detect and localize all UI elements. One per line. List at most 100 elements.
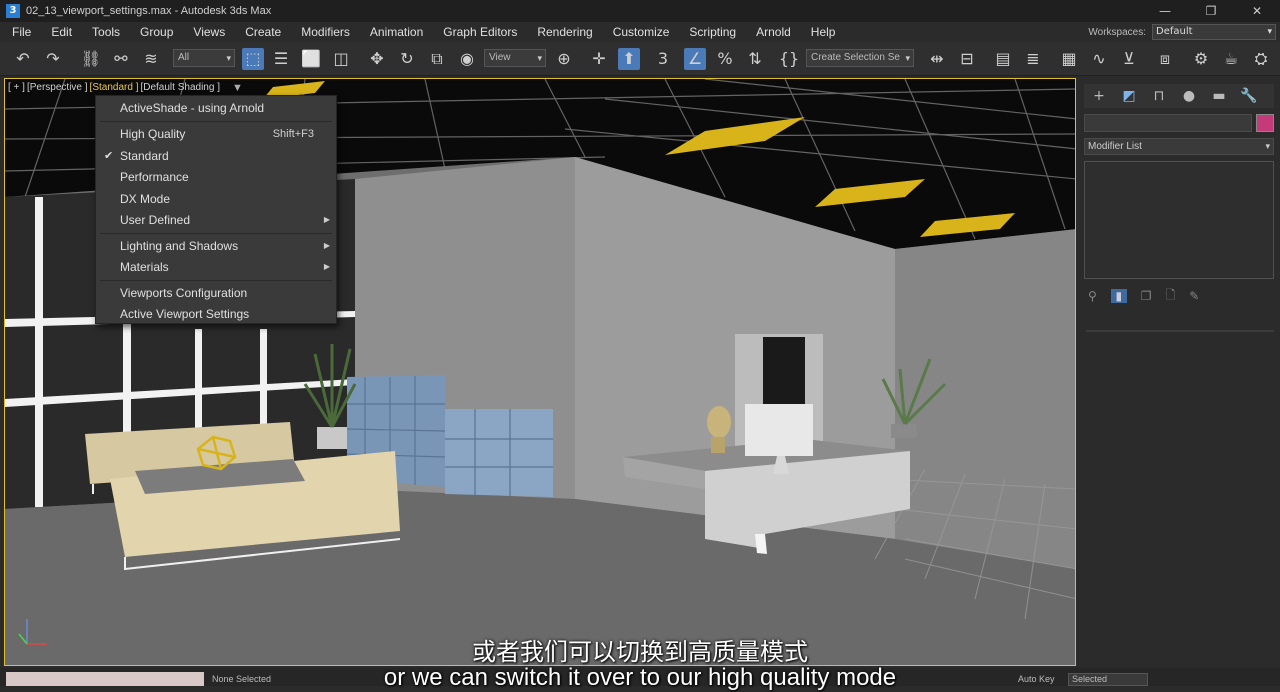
workspace-dropdown[interactable]: Default <box>1152 24 1276 40</box>
workspace-selector: Workspaces: Default <box>1088 22 1280 42</box>
modifier-stack[interactable] <box>1084 161 1274 279</box>
minimize-button[interactable]: — <box>1142 0 1188 22</box>
command-panel: + ◩ ⊓ ● ▬ 🔧 Modifier List ⚲ ▮ ❐ 🗋 ✎ <box>1078 78 1280 668</box>
menu-item-materials[interactable]: Materials ▶ <box>96 257 336 277</box>
undo-icon[interactable]: ↶ <box>12 48 34 70</box>
named-selection-icon[interactable]: {} <box>778 48 800 70</box>
menu-item-user-defined[interactable]: User Defined ▶ <box>96 210 336 230</box>
rotate-icon[interactable]: ↻ <box>396 48 418 70</box>
render-production-icon[interactable]: ⛭ <box>1250 48 1272 70</box>
modify-tab-icon[interactable]: ◩ <box>1114 88 1144 104</box>
menu-item-high-quality[interactable]: High Quality Shift+F3 <box>96 124 336 144</box>
utilities-tab-icon[interactable]: 🔧 <box>1234 88 1264 104</box>
scale-icon[interactable]: ⧉ <box>426 48 448 70</box>
menu-modifiers[interactable]: Modifiers <box>289 25 358 39</box>
object-name-field[interactable] <box>1084 114 1252 132</box>
rendered-frame-window-icon[interactable]: ☕ <box>1220 48 1242 70</box>
viewport-shading-context-menu: ActiveShade - using Arnold High Quality … <box>95 95 337 324</box>
select-manipulate-icon[interactable]: ✛ <box>588 48 610 70</box>
menu-item-viewports-configuration[interactable]: Viewports Configuration <box>96 283 336 303</box>
viewport-shading-menu[interactable]: [Default Shading ] <box>140 82 220 94</box>
menu-separator <box>100 121 332 122</box>
menu-item-performance[interactable]: Performance <box>96 167 336 187</box>
scene-explorer-icon[interactable]: ▤ <box>992 48 1014 70</box>
menu-separator <box>100 280 332 281</box>
menu-item-label: High Quality <box>120 127 186 141</box>
rectangular-selection-icon[interactable]: ⬜ <box>300 48 322 70</box>
select-object-icon[interactable]: ⬚ <box>242 48 264 70</box>
menu-animation[interactable]: Animation <box>358 25 431 39</box>
layer-explorer-icon[interactable]: ≣ <box>1022 48 1044 70</box>
viewport-point-of-view-menu[interactable]: [Perspective ] <box>27 82 88 94</box>
bind-space-warp-icon[interactable]: ≋ <box>140 48 162 70</box>
menu-file[interactable]: File <box>0 25 39 39</box>
menu-item-label: DX Mode <box>120 192 171 206</box>
place-icon[interactable]: ◉ <box>456 48 478 70</box>
link-icon[interactable]: ⛓ <box>80 48 102 70</box>
menu-group[interactable]: Group <box>128 25 181 39</box>
menu-arnold[interactable]: Arnold <box>744 25 799 39</box>
close-button[interactable]: ✕ <box>1234 0 1280 22</box>
menu-item-lighting-shadows[interactable]: Lighting and Shadows ▶ <box>96 236 336 256</box>
menu-item-activeshade[interactable]: ActiveShade - using Arnold <box>96 98 336 118</box>
select-by-name-icon[interactable]: ☰ <box>270 48 292 70</box>
object-color-swatch[interactable] <box>1256 114 1274 132</box>
menu-create[interactable]: Create <box>233 25 289 39</box>
show-end-result-icon[interactable]: ▮ <box>1110 289 1127 303</box>
curve-editor-icon[interactable]: ∿ <box>1088 48 1110 70</box>
configure-modifier-sets-icon[interactable]: ✎ <box>1189 289 1199 303</box>
menu-graph-editors[interactable]: Graph Editors <box>431 25 525 39</box>
submenu-arrow-icon: ▶ <box>323 215 330 224</box>
angle-snap-icon[interactable]: ∠ <box>684 48 706 70</box>
render-setup-icon[interactable]: ⚙ <box>1190 48 1212 70</box>
menu-tools[interactable]: Tools <box>80 25 128 39</box>
pivot-center-icon[interactable]: ⊕ <box>553 48 575 70</box>
schematic-view-icon[interactable]: ⧈ <box>1154 48 1176 70</box>
viewport-shading-mode-menu[interactable]: [Standard ] <box>90 82 139 94</box>
menu-rendering[interactable]: Rendering <box>525 25 600 39</box>
filter-icon[interactable]: ▼ <box>232 82 243 94</box>
selection-filter-dropdown[interactable]: All <box>173 49 235 67</box>
window-crossing-icon[interactable]: ◫ <box>330 48 352 70</box>
move-icon[interactable]: ✥ <box>366 48 388 70</box>
menu-help[interactable]: Help <box>799 25 844 39</box>
menu-item-standard[interactable]: ✔ Standard <box>96 146 336 166</box>
menu-edit[interactable]: Edit <box>39 25 80 39</box>
percent-snap-icon[interactable]: % <box>714 48 736 70</box>
reference-coordinate-dropdown[interactable]: View <box>484 49 546 67</box>
pin-stack-icon[interactable]: ⚲ <box>1088 289 1097 303</box>
toggle-ribbon-icon[interactable]: ▦ <box>1058 48 1080 70</box>
redo-icon[interactable]: ↷ <box>42 48 64 70</box>
unlink-icon[interactable]: ⚯ <box>110 48 132 70</box>
hierarchy-tab-icon[interactable]: ⊓ <box>1144 88 1174 104</box>
submenu-arrow-icon: ▶ <box>323 241 330 250</box>
spinner-snap-icon[interactable]: ⇅ <box>744 48 766 70</box>
make-unique-icon[interactable]: ❐ <box>1141 289 1152 303</box>
restore-button[interactable]: ❐ <box>1188 0 1234 22</box>
dope-sheet-icon[interactable]: ⊻ <box>1118 48 1140 70</box>
menu-item-dx-mode[interactable]: DX Mode <box>96 189 336 209</box>
mirror-icon[interactable]: ⇹ <box>926 48 948 70</box>
viewport-general-menu[interactable]: [ + ] <box>8 82 25 94</box>
menu-views[interactable]: Views <box>181 25 233 39</box>
menu-item-label: Viewports Configuration <box>120 286 248 300</box>
menu-item-active-viewport-settings[interactable]: Active Viewport Settings <box>96 304 336 324</box>
keyboard-shortcut-override-icon[interactable]: ⬆ <box>618 48 640 70</box>
snaps-toggle-icon[interactable]: 3 <box>652 48 674 70</box>
motion-tab-icon[interactable]: ● <box>1174 88 1204 104</box>
modifier-list-dropdown[interactable]: Modifier List <box>1084 138 1274 155</box>
menu-item-label: Performance <box>120 170 189 184</box>
menu-separator <box>100 233 332 234</box>
menu-item-label: Lighting and Shadows <box>120 239 239 253</box>
menu-scripting[interactable]: Scripting <box>677 25 744 39</box>
display-tab-icon[interactable]: ▬ <box>1204 88 1234 104</box>
create-selection-set-field[interactable]: Create Selection Se <box>806 49 914 67</box>
menu-item-label: Standard <box>120 149 169 163</box>
panel-divider <box>1086 330 1274 332</box>
remove-modifier-icon[interactable]: 🗋 <box>1166 286 1176 307</box>
create-tab-icon[interactable]: + <box>1084 88 1114 104</box>
window-controls: — ❐ ✕ <box>1142 0 1280 22</box>
title-bar: 3 02_13_viewport_settings.max - Autodesk… <box>0 0 1280 22</box>
menu-customize[interactable]: Customize <box>601 25 678 39</box>
align-icon[interactable]: ⊟ <box>956 48 978 70</box>
